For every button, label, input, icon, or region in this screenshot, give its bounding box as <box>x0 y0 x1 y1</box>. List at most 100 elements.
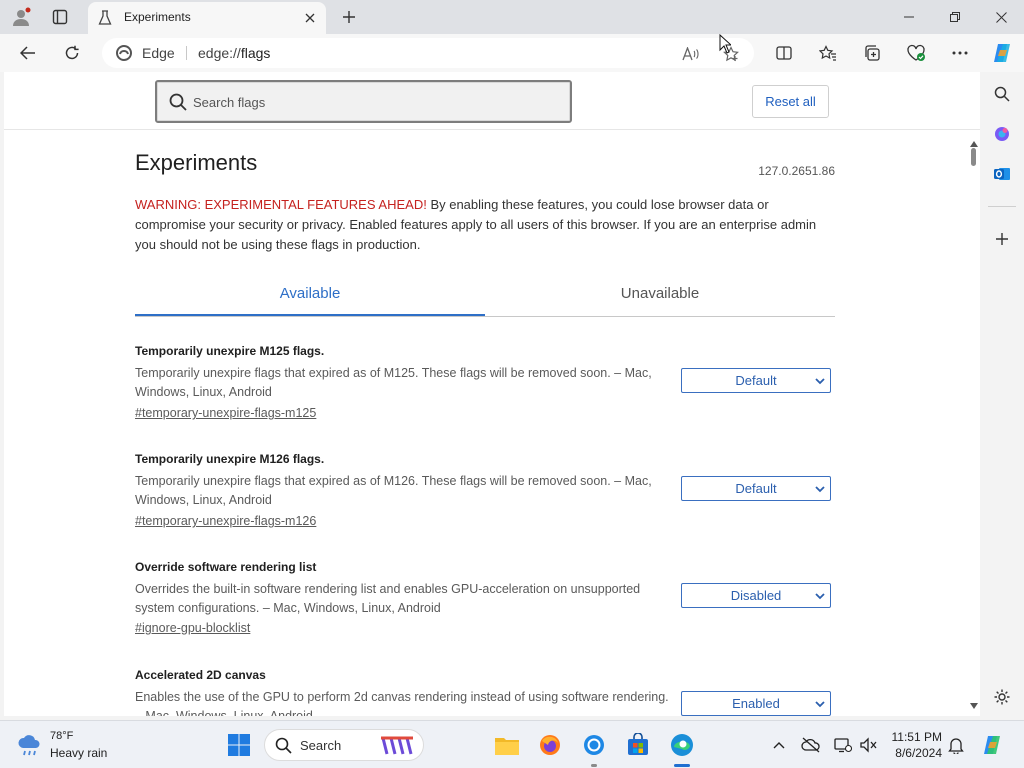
flag-select-value: Disabled <box>730 588 782 603</box>
clock-time[interactable]: 11:51 PM <box>886 730 942 744</box>
network-icon[interactable] <box>833 735 853 755</box>
url-text[interactable]: edge://flags <box>198 45 270 61</box>
outlook-icon[interactable] <box>991 163 1013 185</box>
tab-actions-icon[interactable] <box>49 6 71 28</box>
browser-essentials-icon[interactable] <box>902 40 930 66</box>
search-header: Reset all <box>4 72 980 130</box>
taskbar-search-icon <box>275 737 292 759</box>
minimize-icon[interactable] <box>886 0 932 34</box>
profile-icon[interactable] <box>10 6 32 28</box>
flag-description: Enables the use of the GPU to perform 2d… <box>135 690 669 716</box>
weather-description[interactable]: Heavy rain <box>50 746 107 760</box>
collections-icon[interactable] <box>858 40 886 66</box>
windows-start-icon[interactable] <box>225 731 253 759</box>
more-options-icon[interactable] <box>946 40 974 66</box>
flag-item: Temporarily unexpire M125 flags. Tempora… <box>135 344 835 444</box>
sidebar-settings-icon[interactable] <box>991 686 1013 708</box>
chevron-down-icon <box>814 483 826 498</box>
flag-title: Temporarily unexpire M126 flags. <box>135 452 325 466</box>
flag-select[interactable]: Enabled <box>681 691 831 716</box>
firefox-icon[interactable] <box>536 731 564 759</box>
flag-link[interactable]: #ignore-gpu-blocklist <box>135 621 250 635</box>
page-title: Experiments <box>135 150 258 175</box>
flag-select[interactable]: Disabled <box>681 583 831 608</box>
copilot-icon[interactable] <box>988 40 1016 66</box>
edge-logo-icon <box>116 45 132 66</box>
search-flags-input[interactable] <box>193 92 553 112</box>
address-bar[interactable]: Edge edge://flags <box>102 38 754 68</box>
page-content: Reset all Experiments 127.0.2651.86 WARN… <box>4 72 980 716</box>
chrome-icon[interactable] <box>580 731 608 759</box>
address-separator <box>186 46 187 60</box>
tab-available[interactable]: Available <box>135 276 485 316</box>
refresh-icon[interactable] <box>58 40 86 66</box>
running-indicator <box>591 764 597 767</box>
restore-icon[interactable] <box>932 0 978 34</box>
url-path: flags <box>240 45 271 61</box>
flag-select[interactable]: Default <box>681 476 831 501</box>
flag-item: Override software rendering list Overrid… <box>135 560 835 660</box>
edge-sidebar <box>980 72 1024 716</box>
flag-title: Temporarily unexpire M125 flags. <box>135 344 325 358</box>
tab-experiments[interactable]: Experiments <box>88 2 326 34</box>
taskbar-search-box[interactable]: Search <box>264 729 424 761</box>
scroll-down-icon[interactable] <box>970 696 978 714</box>
flag-description: Temporarily unexpire flags that expired … <box>135 366 652 399</box>
flag-select-value: Enabled <box>732 696 780 711</box>
flag-select-value: Default <box>735 481 777 496</box>
search-highlight-icon <box>379 734 419 763</box>
volume-muted-icon[interactable] <box>858 735 878 755</box>
file-explorer-icon[interactable] <box>493 731 521 759</box>
vertical-scrollbar[interactable] <box>968 132 980 716</box>
rain-cloud-icon[interactable] <box>16 733 44 762</box>
warning-heading: WARNING: EXPERIMENTAL FEATURES AHEAD! <box>135 197 427 212</box>
flag-select-value: Default <box>735 373 777 388</box>
notifications-bell-icon[interactable] <box>946 735 966 755</box>
reset-all-button[interactable]: Reset all <box>752 85 829 118</box>
flag-description: Overrides the built-in software renderin… <box>135 582 641 615</box>
navigation-bar: Edge edge://flags <box>0 34 1024 72</box>
clock-date[interactable]: 8/6/2024 <box>886 746 942 760</box>
tab-unavailable[interactable]: Unavailable <box>485 276 835 316</box>
read-aloud-icon[interactable] <box>680 43 702 65</box>
chevron-up-icon[interactable] <box>769 735 789 755</box>
search-flags-box[interactable] <box>155 80 572 123</box>
close-window-icon[interactable] <box>978 0 1024 34</box>
flag-item: Accelerated 2D canvas Enables the use of… <box>135 668 835 716</box>
flag-link[interactable]: #temporary-unexpire-flags-m125 <box>135 406 316 420</box>
copilot-sidebar-icon[interactable] <box>991 123 1013 145</box>
title-bar: Experiments <box>0 0 1024 34</box>
chevron-down-icon <box>814 590 826 605</box>
active-indicator <box>674 764 690 767</box>
sidebar-divider <box>988 206 1016 207</box>
flag-select[interactable]: Default <box>681 368 831 393</box>
add-sidebar-app-icon[interactable] <box>991 228 1013 250</box>
chevron-down-icon <box>814 698 826 713</box>
onedrive-off-icon[interactable] <box>801 735 821 755</box>
split-screen-icon[interactable] <box>770 40 798 66</box>
new-tab-icon[interactable] <box>338 6 360 28</box>
flask-icon <box>98 10 112 31</box>
scrollbar-thumb[interactable] <box>971 148 976 166</box>
flag-description: Temporarily unexpire flags that expired … <box>135 474 652 507</box>
favorites-icon[interactable] <box>814 40 842 66</box>
tab-title: Experiments <box>124 10 191 24</box>
back-icon[interactable] <box>14 40 42 66</box>
sidebar-search-icon[interactable] <box>991 83 1013 105</box>
weather-temperature[interactable]: 78°F <box>50 730 73 742</box>
chevron-down-icon <box>814 375 826 390</box>
flags-tabs: Available Unavailable <box>135 276 835 317</box>
windows-taskbar: 78°F Heavy rain Search 11:51 PM 8/6/2024 <box>0 720 1024 768</box>
url-scheme: edge:// <box>198 45 241 61</box>
flag-title: Override software rendering list <box>135 560 317 574</box>
version-label: 127.0.2651.86 <box>758 164 835 178</box>
copilot-pre-icon[interactable] <box>980 735 1006 755</box>
microsoft-store-icon[interactable] <box>624 731 652 759</box>
close-tab-icon[interactable] <box>300 8 320 28</box>
mouse-cursor-icon <box>719 33 733 59</box>
flag-link[interactable]: #temporary-unexpire-flags-m126 <box>135 514 316 528</box>
warning-text: WARNING: EXPERIMENTAL FEATURES AHEAD! By… <box>135 195 835 255</box>
flag-title: Accelerated 2D canvas <box>135 668 266 682</box>
site-identity-label[interactable]: Edge <box>142 45 175 61</box>
edge-taskbar-icon[interactable] <box>668 731 696 759</box>
